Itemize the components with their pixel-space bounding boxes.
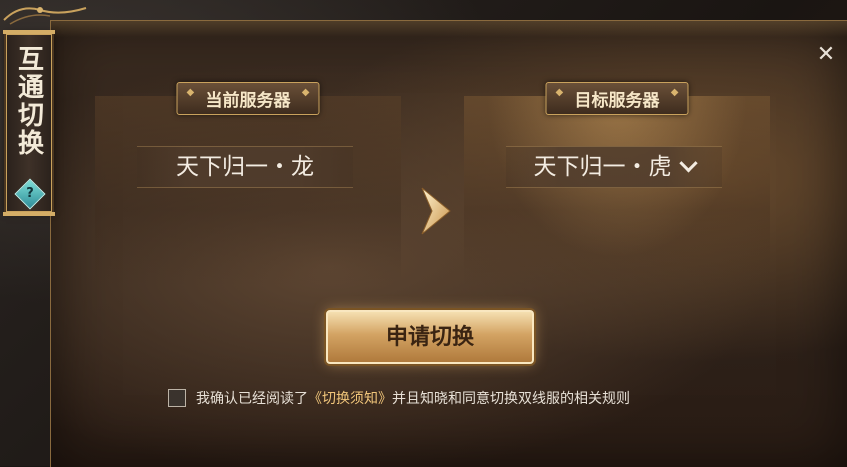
help-icon-label: ? (26, 186, 34, 201)
target-server-card: 目标服务器 天下归一・虎 (464, 82, 770, 286)
apply-switch-button[interactable]: 申请切换 (326, 310, 534, 364)
agreement-suffix: 并且知晓和同意切换双线服的相关规则 (392, 391, 630, 407)
chevron-down-icon (678, 154, 698, 173)
target-server-select[interactable]: 天下归一・虎 (506, 146, 722, 188)
agreement-checkbox[interactable] (168, 389, 186, 407)
agreement-prefix: 我确认已经阅读了 (196, 391, 308, 407)
target-server-label: 目标服务器 (545, 82, 689, 115)
dialog-title: 互通切换 (13, 45, 44, 157)
target-server-name-text: 天下归一・虎 (533, 154, 672, 180)
current-server-label: 当前服务器 (176, 82, 320, 115)
close-button[interactable]: ✕ (816, 44, 836, 66)
current-server-card: 当前服务器 天下归一・龙 (95, 82, 401, 286)
help-icon[interactable]: ? (14, 178, 46, 210)
title-banner: 互通切换 ? (3, 30, 55, 216)
agreement-row: 我确认已经阅读了 《切换须知》 并且知晓和同意切换双线服的相关规则 (168, 388, 630, 408)
arrow-right-icon (421, 187, 451, 235)
switch-notice-link[interactable]: 《切换须知》 (308, 388, 392, 408)
current-server-name: 天下归一・龙 (137, 146, 353, 188)
current-server-name-text: 天下归一・龙 (176, 154, 314, 180)
